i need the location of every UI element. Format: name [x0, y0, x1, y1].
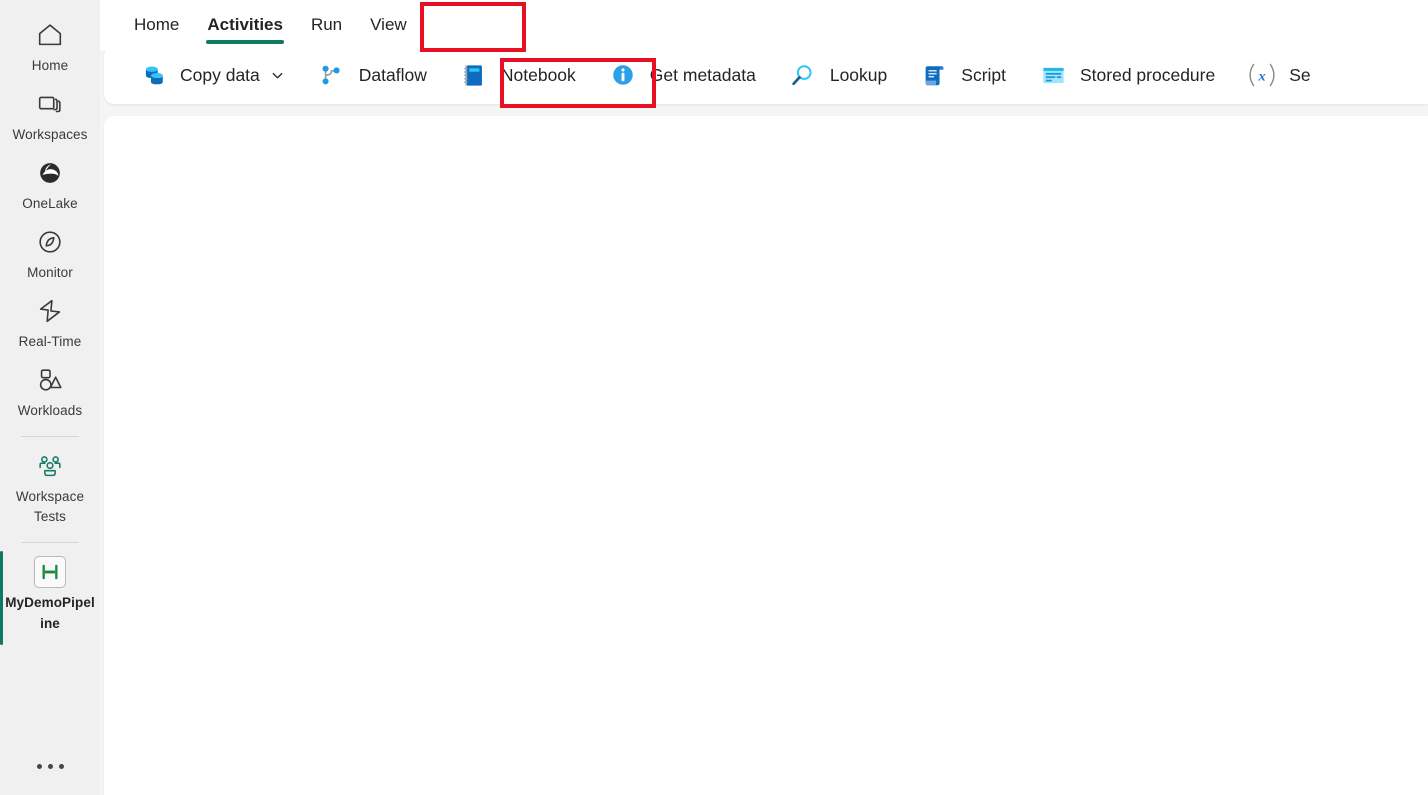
svg-text:x: x: [1258, 68, 1266, 84]
ellipsis-icon: [36, 764, 42, 769]
sidebar-item-home[interactable]: Home: [0, 12, 100, 81]
sidebar-item-mydemopipeline[interactable]: MyDemoPipeline: [0, 549, 100, 646]
notebook-icon: [459, 60, 489, 90]
script-icon: [919, 60, 949, 90]
home-icon: [33, 18, 67, 52]
toolbar-button-label: Script: [961, 64, 1006, 85]
sidebar-item-onelake[interactable]: OneLake: [0, 150, 100, 219]
toolbar-button-stored-procedure[interactable]: Stored procedure: [1026, 52, 1227, 98]
sidebar-item-label: Workspaces: [12, 126, 88, 142]
toolbar-button-label: Dataflow: [358, 64, 427, 85]
chevron-down-icon[interactable]: [270, 68, 285, 83]
get-metadata-icon: [608, 60, 638, 90]
pipeline-canvas[interactable]: [104, 116, 1428, 795]
ellipsis-icon: [47, 764, 53, 769]
tab-label: View: [370, 15, 407, 34]
sidebar-divider: [21, 435, 79, 437]
sidebar-item-monitor[interactable]: Monitor: [0, 219, 100, 288]
sidebar-item-workspace-tests[interactable]: Workspace Tests: [0, 443, 100, 533]
sidebar-item-label: Workspace Tests: [15, 488, 85, 525]
sidebar-divider: [21, 542, 79, 544]
toolbar-button-lookup[interactable]: Lookup: [776, 52, 899, 98]
sidebar-item-label: Monitor: [27, 264, 73, 280]
sidebar-item-workloads[interactable]: Workloads: [0, 357, 100, 426]
copy-data-icon: [138, 60, 168, 90]
workloads-icon: [33, 363, 67, 397]
sidebar-item-workspaces[interactable]: Workspaces: [0, 81, 100, 150]
sidebar-item-label: MyDemoPipeline: [5, 595, 95, 632]
sidebar-item-label: Home: [31, 58, 69, 73]
toolbar-button-set-variable[interactable]: x Se: [1235, 52, 1322, 98]
sidebar-item-label: Workloads: [17, 402, 83, 418]
toolbar-button-label: Get metadata: [649, 64, 756, 85]
toolbar-button-label: Notebook: [500, 64, 576, 85]
toolbar-button-label: Se: [1289, 64, 1311, 85]
tab-label: Run: [310, 15, 343, 34]
workspaces-icon: [33, 87, 67, 121]
lookup-icon: [788, 60, 818, 90]
toolbar-button-script[interactable]: Script: [907, 52, 1018, 98]
dataflow-icon: [317, 60, 347, 90]
left-navigation-sidebar: Home Workspaces OneLake Monitor Real-Tim…: [0, 0, 100, 795]
tab-home[interactable]: Home: [120, 0, 193, 50]
tab-label: Activities: [207, 15, 283, 34]
sidebar-item-label: Real-Time: [18, 333, 82, 349]
stored-procedure-icon: [1038, 60, 1068, 90]
toolbar-button-get-metadata[interactable]: Get metadata: [596, 52, 768, 98]
sidebar-more-options-button[interactable]: [0, 764, 100, 769]
workspace-tests-icon: [33, 449, 67, 483]
tab-activities[interactable]: Activities: [193, 0, 297, 50]
monitor-icon: [33, 225, 67, 259]
toolbar-button-notebook[interactable]: Notebook: [447, 52, 588, 98]
main-content-area: Home Activities Run View Copy data Dataf…: [100, 0, 1428, 795]
ellipsis-icon: [58, 764, 64, 769]
set-variable-icon: x: [1247, 60, 1277, 90]
toolbar-button-copy-data[interactable]: Copy data: [126, 52, 297, 98]
toolbar-button-label: Copy data: [180, 64, 260, 85]
toolbar-button-label: Stored procedure: [1080, 64, 1216, 85]
ribbon-tab-bar: Home Activities Run View: [100, 0, 1428, 50]
toolbar-button-label: Lookup: [829, 64, 888, 85]
active-tab-underline: [206, 40, 284, 44]
tab-view[interactable]: View: [356, 0, 421, 50]
tab-run[interactable]: Run: [297, 0, 356, 50]
selection-indicator: [0, 551, 3, 646]
onelake-icon: [33, 156, 67, 190]
pipeline-canvas-container: [100, 110, 1428, 795]
real-time-icon: [33, 294, 67, 328]
sidebar-item-label: OneLake: [22, 195, 78, 211]
fabric-pipeline-window: Home Workspaces OneLake Monitor Real-Tim…: [0, 0, 1428, 795]
pipeline-icon: [33, 555, 67, 589]
activities-toolbar: Copy data Dataflow Notebook Get metadata…: [104, 46, 1428, 104]
tab-label: Home: [134, 15, 180, 34]
sidebar-item-real-time[interactable]: Real-Time: [0, 288, 100, 357]
toolbar-button-dataflow[interactable]: Dataflow: [305, 52, 439, 98]
activities-toolbar-container: Copy data Dataflow Notebook Get metadata…: [100, 46, 1428, 110]
